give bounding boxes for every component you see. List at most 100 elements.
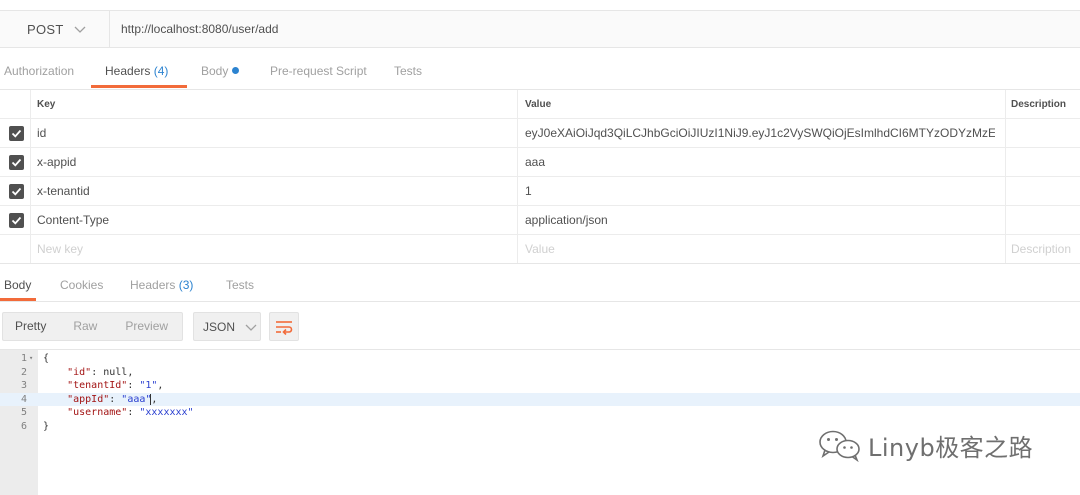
line-number: 3 xyxy=(20,380,27,391)
column-header-description: Description xyxy=(1011,98,1067,110)
tab-body[interactable]: Body xyxy=(201,56,240,88)
format-dropdown[interactable]: JSON xyxy=(193,312,261,341)
wrap-lines-button[interactable] xyxy=(269,312,299,341)
code-text: "tenantId": "1", xyxy=(67,380,164,391)
header-key-cell[interactable]: Content-Type xyxy=(37,206,517,234)
new-value-input[interactable]: Value xyxy=(525,235,995,263)
view-mode-segmented-control: Pretty Raw Preview xyxy=(2,312,183,341)
code-line: 3 "tenantId": "1", xyxy=(0,379,1080,393)
checkmark-icon xyxy=(11,129,22,138)
code-line-highlighted: 4 "appId": "aaa", xyxy=(0,392,1080,406)
header-description-cell[interactable] xyxy=(1011,148,1080,176)
code-text: "id": null, xyxy=(67,366,134,378)
column-header-value: Value xyxy=(525,98,552,110)
line-number: 4 xyxy=(20,393,27,405)
tab-label: Cookies xyxy=(60,278,104,292)
wechat-icon xyxy=(819,430,860,462)
header-description-cell[interactable] xyxy=(1011,119,1080,147)
code-text: { xyxy=(43,353,50,364)
header-value-cell[interactable]: application/json xyxy=(525,206,995,234)
json-key: "id" xyxy=(67,366,92,378)
text-cursor xyxy=(150,394,151,405)
header-description-cell[interactable] xyxy=(1011,206,1080,234)
json-key: "username" xyxy=(67,407,128,418)
code-line: 2 "id": null, xyxy=(0,366,1080,380)
response-body-editor[interactable]: 1 ▾ { 2 "id": null, 3 "tenantId": "1", 4… xyxy=(0,350,1080,495)
format-label: JSON xyxy=(203,319,236,334)
header-key-cell[interactable]: x-tenantid xyxy=(37,177,517,205)
watermark-text: Linyb极客之路 xyxy=(868,433,1034,462)
view-pretty-button[interactable]: Pretty xyxy=(15,313,46,340)
tab-label: Tests xyxy=(226,278,255,292)
enabled-checkbox[interactable] xyxy=(9,155,24,170)
tab-cookies[interactable]: Cookies xyxy=(60,270,103,302)
line-number: 6 xyxy=(20,420,27,432)
headers-table: Key Value Description id eyJ0eXAiOiJqd3Q… xyxy=(0,89,1080,264)
tab-response-headers[interactable]: Headers (3) xyxy=(130,270,193,302)
table-row: x-tenantid 1 xyxy=(0,177,1080,206)
checkmark-icon xyxy=(11,187,22,196)
code-text: "username": "xxxxxxx" xyxy=(67,407,194,418)
table-header-row: Key Value Description xyxy=(0,90,1080,119)
new-key-input[interactable]: New key xyxy=(37,235,517,263)
header-value-cell[interactable]: 1 xyxy=(525,177,995,205)
new-description-input[interactable]: Description xyxy=(1011,235,1080,263)
chevron-down-icon xyxy=(74,26,86,33)
wrap-lines-icon xyxy=(276,320,293,335)
tab-label: Authorization xyxy=(4,64,75,78)
header-key-cell[interactable]: id xyxy=(37,119,517,147)
table-row: id eyJ0eXAiOiJqd3QiLCJhbGciOiJIUzI1NiJ9.… xyxy=(0,119,1080,148)
header-value-cell[interactable]: aaa xyxy=(525,148,995,176)
header-key-cell[interactable]: x-appid xyxy=(37,148,517,176)
chevron-down-icon xyxy=(245,324,257,331)
json-key: "appId" xyxy=(67,393,110,405)
code-text: "appId": "aaa", xyxy=(67,393,158,405)
tab-label: Tests xyxy=(394,64,423,78)
table-row: Content-Type application/json xyxy=(0,206,1080,235)
active-tab-indicator xyxy=(0,298,36,301)
enabled-checkbox[interactable] xyxy=(9,126,24,141)
tab-count: (3) xyxy=(178,278,194,292)
fold-arrow-icon[interactable]: ▾ xyxy=(29,352,33,366)
json-value: "1" xyxy=(139,380,158,391)
tab-authorization[interactable]: Authorization xyxy=(4,56,74,88)
line-number: 1 xyxy=(20,353,27,364)
tab-headers[interactable]: Headers (4) xyxy=(105,56,168,88)
active-tab-indicator xyxy=(91,85,187,88)
checkmark-icon xyxy=(11,158,22,167)
line-number: 2 xyxy=(20,366,27,378)
line-number: 5 xyxy=(20,407,27,418)
code-line: 5 "username": "xxxxxxx" xyxy=(0,406,1080,420)
enabled-checkbox[interactable] xyxy=(9,213,24,228)
checkmark-icon xyxy=(11,216,22,225)
table-row: x-appid aaa xyxy=(0,148,1080,177)
tab-label: Headers xyxy=(130,278,176,292)
header-value-cell[interactable]: eyJ0eXAiOiJqd3QiLCJhbGciOiJIUzI1NiJ9.eyJ… xyxy=(525,119,995,147)
column-header-key: Key xyxy=(37,98,56,110)
request-tabs: Authorization Headers (4) Body Pre-reque… xyxy=(0,56,1080,88)
tab-tests[interactable]: Tests xyxy=(394,56,422,88)
method-label: POST xyxy=(27,21,64,37)
code-line: 1 ▾ { xyxy=(0,352,1080,366)
view-raw-button[interactable]: Raw xyxy=(73,313,97,340)
tab-response-tests[interactable]: Tests xyxy=(226,270,254,302)
tab-pre-request-script[interactable]: Pre-request Script xyxy=(270,56,367,88)
method-dropdown[interactable]: POST xyxy=(0,11,110,47)
json-value: null xyxy=(103,366,128,378)
tab-label: Pre-request Script xyxy=(270,64,367,78)
tab-label: Body xyxy=(4,278,32,292)
response-toolbar: Pretty Raw Preview JSON xyxy=(0,302,1080,350)
url-input[interactable]: http://localhost:8080/user/add xyxy=(121,11,278,47)
enabled-checkbox[interactable] xyxy=(9,184,24,199)
watermark: Linyb极客之路 xyxy=(818,428,1033,462)
new-header-row: New key Value Description xyxy=(0,235,1080,264)
request-bar: POST http://localhost:8080/user/add xyxy=(0,10,1080,48)
json-value: "aaa" xyxy=(121,393,152,405)
header-description-cell[interactable] xyxy=(1011,177,1080,205)
json-key: "tenantId" xyxy=(67,380,128,391)
code-text: } xyxy=(43,420,50,432)
view-preview-button[interactable]: Preview xyxy=(125,313,168,340)
json-value: "xxxxxxx" xyxy=(139,407,194,418)
tab-label: Body xyxy=(201,64,229,78)
tab-count: (4) xyxy=(153,64,169,78)
